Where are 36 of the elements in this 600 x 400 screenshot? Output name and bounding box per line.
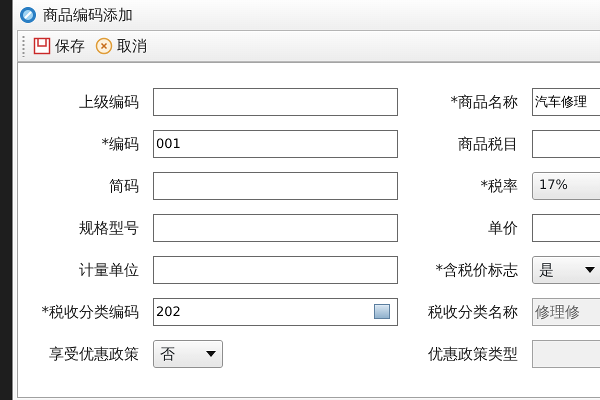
text-field[interactable]: 汽车修理	[532, 88, 600, 116]
save-button[interactable]: 保存	[31, 34, 87, 58]
lookup-button[interactable]	[374, 304, 390, 319]
text-field[interactable]: 001	[153, 130, 398, 158]
text-field[interactable]	[532, 130, 600, 158]
field-label: 商品税目	[457, 134, 518, 155]
dropdown[interactable]: 是	[532, 256, 600, 284]
text-field[interactable]	[153, 88, 398, 116]
save-icon	[33, 37, 51, 55]
dropdown-arrow-icon	[206, 351, 216, 357]
toolbar-grip	[22, 35, 25, 57]
text-field[interactable]	[153, 172, 398, 200]
field-label: *商品名称	[450, 92, 518, 113]
text-field[interactable]	[153, 256, 398, 284]
window-title: 商品编码添加	[43, 4, 133, 26]
field-label: *税率	[480, 176, 518, 197]
field-label: 优惠政策类型	[427, 344, 518, 365]
field-label: 享受优惠政策	[48, 344, 139, 365]
field-label: *税收分类编码	[40, 302, 139, 323]
field-label: 单价	[487, 218, 518, 239]
dropdown[interactable]: 否	[153, 340, 223, 368]
field-label: 上级编码	[78, 92, 139, 113]
dropdown[interactable]: 17%	[532, 172, 600, 200]
app-icon	[19, 6, 37, 24]
field-label: 计量单位	[78, 260, 139, 281]
field-label: 规格型号	[78, 218, 139, 239]
lookup-field[interactable]: 202	[153, 298, 398, 326]
text-field[interactable]	[532, 214, 600, 242]
field-label: *含税价标志	[434, 260, 518, 281]
field-label: *编码	[100, 134, 139, 155]
cancel-button[interactable]: 取消	[93, 34, 149, 58]
field-label: 税收分类名称	[427, 302, 518, 323]
text-field[interactable]	[153, 214, 398, 242]
field-label: 简码	[108, 176, 139, 197]
cancel-icon	[95, 37, 113, 55]
dropdown-arrow-icon	[585, 267, 595, 273]
